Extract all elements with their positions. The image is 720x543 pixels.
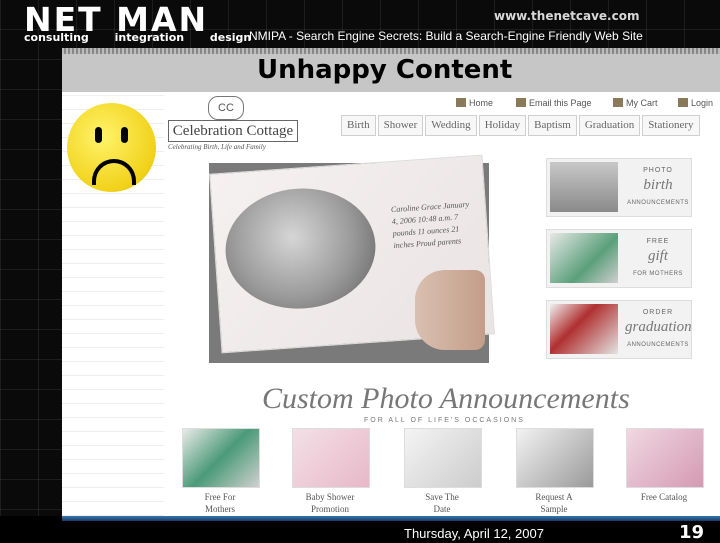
login-icon	[678, 98, 688, 107]
promo-birth[interactable]: PHOTO birth ANNOUNCEMENTS	[546, 158, 692, 217]
section-title: Custom Photo Announcements	[262, 382, 630, 415]
site-url: www.thenetcave.com	[494, 9, 640, 23]
eye-right	[121, 127, 128, 143]
promo-gift-line3: FOR MOTHERS	[633, 271, 683, 277]
thumb-request-sample[interactable]	[516, 428, 594, 488]
logo-tagline: consulting integration design	[24, 31, 252, 44]
brand-name: Celebration Cottage	[168, 120, 298, 142]
promo-gift[interactable]: FREE gift FOR MOTHERS	[546, 229, 692, 288]
baby-photo	[221, 183, 380, 314]
thumb-baby-shower[interactable]	[292, 428, 370, 488]
home-icon	[456, 98, 466, 107]
promo-gift-image	[550, 233, 618, 283]
tab-stationery[interactable]: Stationery	[642, 115, 700, 136]
promo-birth-line2: birth	[643, 177, 673, 193]
thumb-save-the-date[interactable]	[404, 428, 482, 488]
thumb-label-4[interactable]: Request A Sample	[508, 491, 600, 515]
cart-icon	[613, 98, 623, 107]
promo-graduation[interactable]: ORDER graduation ANNOUNCEMENTS	[546, 300, 692, 359]
slide-header-bar: NET MAN consulting integration design ww…	[0, 0, 720, 48]
tab-birth[interactable]: Birth	[341, 115, 376, 136]
frown	[92, 159, 136, 185]
category-tabs: Birth Shower Wedding Holiday Baptism Gra…	[341, 115, 702, 136]
slide-title: Unhappy Content	[257, 55, 513, 85]
tab-shower[interactable]: Shower	[377, 115, 424, 136]
sad-face-icon	[67, 103, 156, 192]
promo-graduation-image	[550, 304, 618, 354]
presentation-title: NMIPA - Search Engine Secrets: Build a S…	[249, 29, 643, 43]
promo-graduation-line3: ANNOUNCEMENTS	[627, 342, 689, 348]
login-link[interactable]: Login	[678, 98, 713, 108]
thumb-free-for-mothers[interactable]	[182, 428, 260, 488]
tab-wedding[interactable]: Wedding	[425, 115, 477, 136]
thumb-label-1[interactable]: Free For Mothers	[174, 491, 266, 515]
tab-baptism[interactable]: Baptism	[528, 115, 577, 136]
announcement-text: Caroline Grace January 4, 2006 10:48 a.m…	[390, 199, 470, 251]
section-subtitle: FOR ALL OF LIFE'S OCCASIONS	[364, 417, 525, 424]
thumb-label-5[interactable]: Free Catalog	[618, 491, 710, 503]
promo-birth-image	[550, 162, 618, 212]
promo-gift-line1: FREE	[646, 238, 670, 245]
footer-accent	[62, 516, 720, 521]
promo-birth-line3: ANNOUNCEMENTS	[627, 200, 689, 206]
tab-holiday[interactable]: Holiday	[478, 115, 527, 136]
mail-icon	[516, 98, 526, 107]
tab-graduation[interactable]: Graduation	[578, 115, 641, 136]
cart-link[interactable]: My Cart	[613, 98, 658, 108]
eye-left	[95, 127, 102, 143]
thumb-label-2[interactable]: Baby Shower Promotion	[284, 491, 376, 515]
brand-tagline: Celebrating Birth, Life and Family	[168, 143, 266, 151]
promo-graduation-line1: ORDER	[642, 309, 674, 316]
thumb-label-3[interactable]: Save The Date	[396, 491, 488, 515]
promo-graduation-line2: graduation	[625, 319, 692, 335]
home-link[interactable]: Home	[456, 98, 493, 108]
hand-photo	[415, 270, 485, 350]
utility-links: Home Email this Page My Cart Login	[168, 94, 720, 114]
thumb-free-catalog[interactable]	[626, 428, 704, 488]
email-page-link[interactable]: Email this Page	[516, 98, 592, 108]
promo-gift-line2: gift	[647, 248, 668, 264]
footer-date: Thursday, April 12, 2007	[404, 526, 544, 541]
promo-birth-line1: PHOTO	[643, 167, 673, 174]
